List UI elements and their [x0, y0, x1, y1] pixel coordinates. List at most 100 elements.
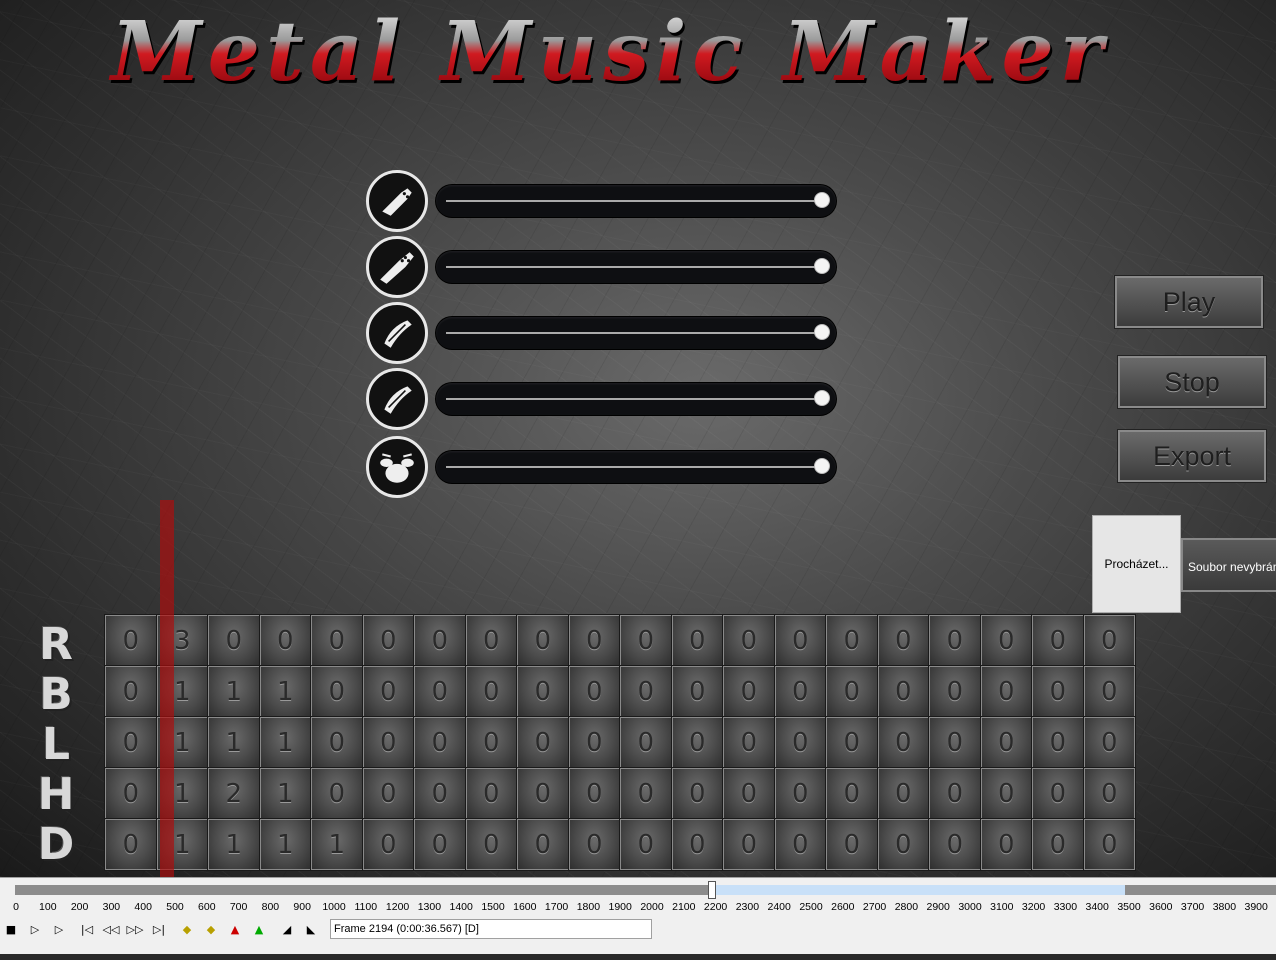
grid-cell[interactable]: 0 — [722, 767, 776, 820]
grid-cell[interactable]: 0 — [464, 614, 518, 667]
grid-cell[interactable]: 0 — [413, 614, 467, 667]
grid-cell[interactable]: 0 — [979, 818, 1033, 871]
grid-cell[interactable]: 0 — [310, 614, 364, 667]
grid-cell[interactable]: 0 — [464, 665, 518, 718]
grid-cell[interactable]: 0 — [825, 767, 879, 820]
grid-cell[interactable]: 0 — [361, 716, 415, 769]
grid-cell[interactable]: 1 — [310, 818, 364, 871]
volume-slider-1[interactable] — [436, 185, 836, 217]
grid-cell[interactable]: 1 — [207, 818, 261, 871]
grid-cell[interactable]: 2 — [207, 767, 261, 820]
grid-cell[interactable]: 0 — [516, 818, 570, 871]
grid-cell[interactable]: 0 — [979, 665, 1033, 718]
grid-cell[interactable]: 0 — [825, 665, 879, 718]
play-input-icon[interactable]: ▷ — [24, 919, 46, 941]
grid-cell[interactable]: 0 — [567, 818, 621, 871]
grid-cell[interactable]: 0 — [773, 665, 827, 718]
export-button[interactable]: Export — [1117, 429, 1267, 483]
grid-cell[interactable]: 0 — [516, 614, 570, 667]
grid-cell[interactable]: 1 — [258, 767, 312, 820]
grid-cell[interactable]: 0 — [567, 767, 621, 820]
grid-cell[interactable]: 0 — [464, 767, 518, 820]
go-start-icon[interactable]: |◁ — [76, 919, 98, 941]
grid-cell[interactable]: 0 — [516, 716, 570, 769]
grid-cell[interactable]: 0 — [361, 767, 415, 820]
grid-cell[interactable]: 0 — [876, 614, 930, 667]
grid-cell[interactable]: 0 — [516, 665, 570, 718]
grid-cell[interactable]: 0 — [1082, 767, 1136, 820]
grid-cell[interactable]: 0 — [464, 818, 518, 871]
grid-cell[interactable]: 0 — [310, 767, 364, 820]
next-key-icon[interactable]: ◆ — [200, 919, 222, 941]
grid-cell[interactable]: 0 — [413, 665, 467, 718]
timeline-selection[interactable] — [712, 885, 1125, 895]
slider-thumb[interactable] — [814, 458, 830, 474]
grid-cell[interactable]: 0 — [979, 716, 1033, 769]
grid-cell[interactable]: 0 — [1031, 818, 1085, 871]
next-scene-icon[interactable]: ▲ — [248, 919, 270, 941]
grid-cell[interactable]: 0 — [619, 767, 673, 820]
grid-cell[interactable]: 0 — [619, 716, 673, 769]
browse-button[interactable]: Procházet... — [1092, 515, 1181, 613]
grid-cell[interactable]: 0 — [722, 716, 776, 769]
slider-thumb[interactable] — [814, 258, 830, 274]
grid-cell[interactable]: 0 — [1031, 614, 1085, 667]
grid-cell[interactable]: 0 — [825, 818, 879, 871]
grid-cell[interactable]: 0 — [207, 614, 261, 667]
play-output-icon[interactable]: ▷ — [48, 919, 70, 941]
grid-cell[interactable]: 0 — [1082, 614, 1136, 667]
go-end-icon[interactable]: ▷| — [148, 919, 170, 941]
prev-key-icon[interactable]: ◆ — [176, 919, 198, 941]
grid-cell[interactable]: 0 — [876, 665, 930, 718]
grid-cell[interactable]: 0 — [928, 614, 982, 667]
grid-cell[interactable]: 0 — [361, 818, 415, 871]
grid-cell[interactable]: 0 — [567, 614, 621, 667]
grid-cell[interactable]: 0 — [670, 767, 724, 820]
grid-cell[interactable]: 0 — [1082, 665, 1136, 718]
grid-cell[interactable]: 0 — [361, 614, 415, 667]
grid-cell[interactable]: 0 — [516, 767, 570, 820]
grid-cell[interactable]: 0 — [567, 665, 621, 718]
grid-cell[interactable]: 1 — [207, 716, 261, 769]
grid-cell[interactable]: 0 — [104, 716, 158, 769]
grid-cell[interactable]: 0 — [413, 767, 467, 820]
play-button[interactable]: Play — [1114, 275, 1264, 329]
grid-cell[interactable]: 1 — [258, 665, 312, 718]
volume-slider-3[interactable] — [436, 317, 836, 349]
grid-cell[interactable]: 0 — [670, 665, 724, 718]
next-frame-icon[interactable]: ▷▷ — [124, 919, 146, 941]
grid-cell[interactable]: 0 — [413, 818, 467, 871]
grid-cell[interactable]: 0 — [310, 665, 364, 718]
grid-cell[interactable]: 0 — [258, 614, 312, 667]
grid-cell[interactable]: 0 — [928, 818, 982, 871]
grid-cell[interactable]: 0 — [567, 716, 621, 769]
grid-cell[interactable]: 0 — [1082, 716, 1136, 769]
grid-cell[interactable]: 0 — [773, 818, 827, 871]
grid-cell[interactable]: 0 — [670, 716, 724, 769]
volume-slider-5[interactable] — [436, 451, 836, 483]
grid-cell[interactable]: 0 — [104, 665, 158, 718]
grid-cell[interactable]: 0 — [670, 614, 724, 667]
grid-cell[interactable]: 0 — [773, 767, 827, 820]
grid-cell[interactable]: 0 — [464, 716, 518, 769]
grid-cell[interactable]: 0 — [979, 614, 1033, 667]
prev-scene-icon[interactable]: ▲ — [224, 919, 246, 941]
grid-cell[interactable]: 0 — [619, 665, 673, 718]
grid-cell[interactable]: 0 — [928, 665, 982, 718]
grid-cell[interactable]: 0 — [876, 818, 930, 871]
grid-cell[interactable]: 0 — [876, 767, 930, 820]
grid-cell[interactable]: 0 — [670, 818, 724, 871]
grid-cell[interactable]: 0 — [619, 818, 673, 871]
grid-cell[interactable]: 0 — [1031, 665, 1085, 718]
grid-cell[interactable]: 0 — [1031, 767, 1085, 820]
grid-cell[interactable]: 0 — [928, 767, 982, 820]
grid-cell[interactable]: 0 — [928, 716, 982, 769]
grid-cell[interactable]: 0 — [722, 614, 776, 667]
grid-cell[interactable]: 0 — [1082, 818, 1136, 871]
grid-cell[interactable]: 0 — [722, 665, 776, 718]
grid-cell[interactable]: 0 — [825, 716, 879, 769]
mark-out-icon[interactable]: ◣ — [300, 919, 322, 941]
grid-cell[interactable]: 0 — [104, 614, 158, 667]
grid-cell[interactable]: 0 — [413, 716, 467, 769]
grid-cell[interactable]: 0 — [104, 767, 158, 820]
